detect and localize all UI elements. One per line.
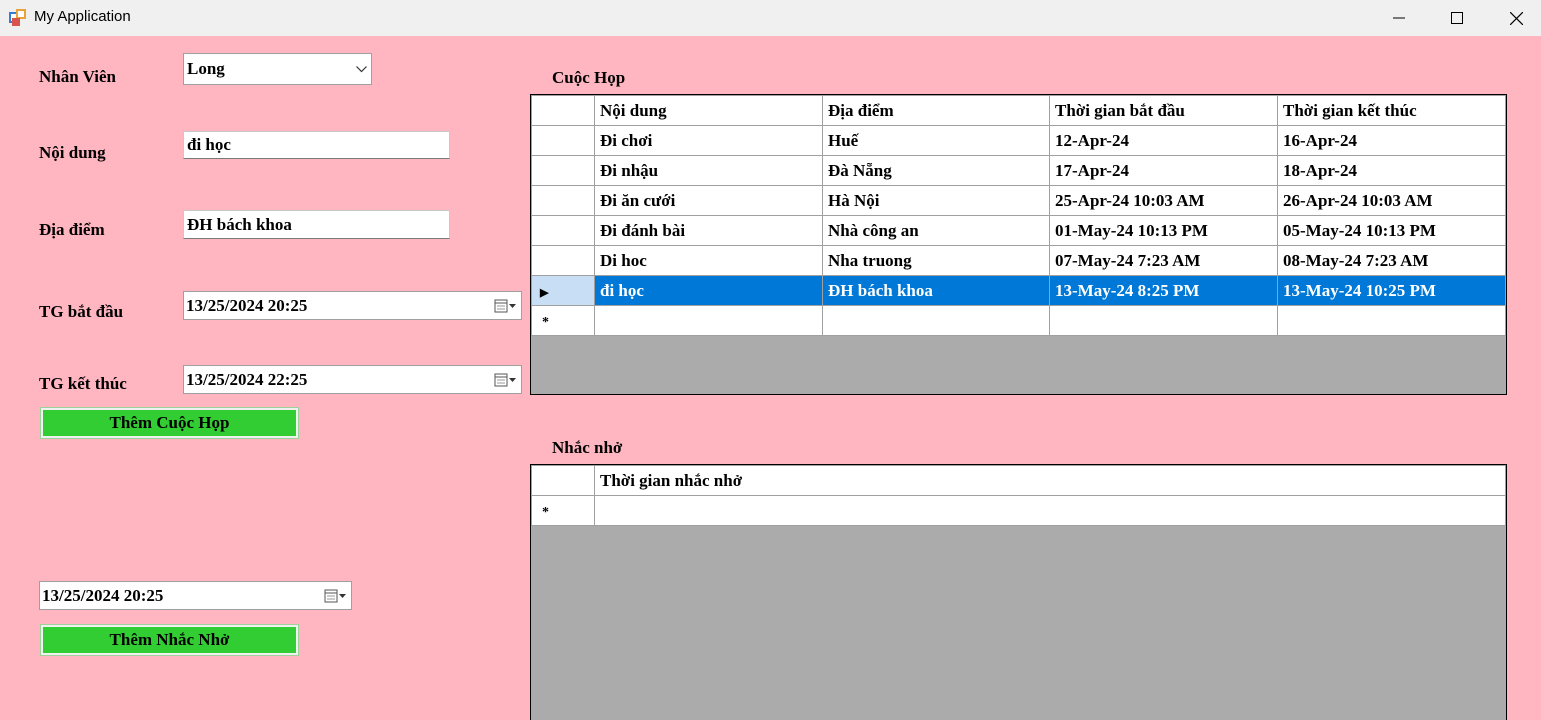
header-row: Thời gian nhắc nhở (531, 465, 1506, 496)
location-input[interactable]: ĐH bách khoa (183, 210, 450, 239)
cell[interactable]: 18-Apr-24 (1277, 155, 1506, 186)
cell[interactable]: ĐH bách khoa (822, 275, 1050, 306)
cell[interactable]: 25-Apr-24 10:03 AM (1049, 185, 1278, 216)
table-row[interactable]: Đi chơi Huế 12-Apr-24 16-Apr-24 (531, 125, 1506, 156)
row-header[interactable] (531, 125, 595, 156)
close-icon (1509, 11, 1523, 25)
row-header[interactable] (531, 215, 595, 246)
employee-combobox[interactable]: Long (183, 53, 372, 85)
cell[interactable]: 01-May-24 10:13 PM (1049, 215, 1278, 246)
add-reminder-button[interactable]: Thêm Nhắc Nhở (40, 624, 299, 656)
current-row-arrow-icon: ▶ (540, 286, 549, 299)
cell[interactable]: Đi chơi (594, 125, 823, 156)
chevron-down-icon[interactable] (351, 54, 371, 84)
end-time-picker[interactable]: 13/25/2024 22:25 (183, 365, 522, 394)
start-time-label: TG bắt đầu (39, 302, 124, 321)
cell[interactable]: đi học (594, 275, 823, 306)
cell[interactable]: 13-May-24 10:25 PM (1277, 275, 1506, 306)
start-time-picker[interactable]: 13/25/2024 20:25 (183, 291, 522, 320)
new-row-asterisk-icon: * (542, 504, 549, 520)
new-row-asterisk-icon: * (542, 314, 549, 330)
employee-label: Nhân Viên (39, 67, 116, 86)
reminder-time-picker[interactable]: 13/25/2024 20:25 (39, 581, 352, 610)
cell[interactable]: 16-Apr-24 (1277, 125, 1506, 156)
cell[interactable]: 12-Apr-24 (1049, 125, 1278, 156)
cell[interactable]: Nha truong (822, 245, 1050, 276)
cell[interactable]: Nhà công an (822, 215, 1050, 246)
new-row[interactable]: * (531, 305, 1506, 336)
column-header[interactable]: Thời gian kết thúc (1277, 95, 1506, 126)
close-button[interactable] (1491, 0, 1541, 36)
reminders-title: Nhắc nhở (552, 438, 623, 457)
content-label: Nội dung (39, 143, 106, 162)
end-time-value: 13/25/2024 22:25 (186, 369, 308, 389)
reminder-time-value: 13/25/2024 20:25 (42, 585, 164, 605)
cell[interactable]: Đi nhậu (594, 155, 823, 186)
table-row[interactable]: Đi đánh bài Nhà công an 01-May-24 10:13 … (531, 215, 1506, 246)
row-header-corner (531, 465, 595, 496)
end-time-label: TG kết thúc (39, 374, 127, 393)
meetings-table: Nội dung Địa điểm Thời gian bắt đầu Thời… (531, 95, 1506, 336)
row-header[interactable] (531, 245, 595, 276)
calendar-dropdown-icon[interactable] (491, 292, 521, 319)
cell[interactable]: Đi đánh bài (594, 215, 823, 246)
minimize-icon (1393, 17, 1405, 19)
cell[interactable] (822, 305, 1050, 336)
cell[interactable]: 08-May-24 7:23 AM (1277, 245, 1506, 276)
cell[interactable]: 05-May-24 10:13 PM (1277, 215, 1506, 246)
calendar-dropdown-icon[interactable] (491, 366, 521, 393)
table-row[interactable]: Đi ăn cưới Hà Nội 25-Apr-24 10:03 AM 26-… (531, 185, 1506, 216)
new-row[interactable]: * (531, 495, 1506, 526)
meetings-title: Cuộc Họp (552, 68, 626, 87)
row-header[interactable]: * (531, 305, 595, 336)
form-body: Nhân Viên Long Nội dung đi học Địa điểm … (0, 36, 1541, 720)
maximize-button[interactable] (1432, 0, 1482, 36)
row-header[interactable] (531, 155, 595, 186)
cell[interactable] (1277, 305, 1506, 336)
table-row-selected[interactable]: ▶ đi học ĐH bách khoa 13-May-24 8:25 PM … (531, 275, 1506, 306)
title-bar: My Application (0, 0, 1541, 36)
cell[interactable]: Đà Nẵng (822, 155, 1050, 186)
cell[interactable] (594, 305, 823, 336)
reminders-grid[interactable]: Thời gian nhắc nhở * (530, 464, 1507, 720)
cell[interactable]: 17-Apr-24 (1049, 155, 1278, 186)
cell[interactable]: Di hoc (594, 245, 823, 276)
start-time-value: 13/25/2024 20:25 (186, 295, 308, 315)
content-input[interactable]: đi học (183, 131, 450, 159)
column-header[interactable]: Thời gian nhắc nhở (594, 465, 1506, 496)
add-meeting-button[interactable]: Thêm Cuộc Họp (40, 407, 299, 439)
column-header[interactable]: Thời gian bắt đầu (1049, 95, 1278, 126)
table-row[interactable]: Đi nhậu Đà Nẵng 17-Apr-24 18-Apr-24 (531, 155, 1506, 186)
location-label: Địa điểm (39, 220, 105, 239)
employee-value: Long (187, 59, 225, 78)
cell[interactable] (1049, 305, 1278, 336)
app-icon (9, 9, 26, 26)
row-header[interactable] (531, 185, 595, 216)
cell[interactable]: 26-Apr-24 10:03 AM (1277, 185, 1506, 216)
cell[interactable]: Đi ăn cưới (594, 185, 823, 216)
column-header[interactable]: Nội dung (594, 95, 823, 126)
meetings-grid[interactable]: Nội dung Địa điểm Thời gian bắt đầu Thời… (530, 94, 1507, 395)
cell[interactable] (594, 495, 1506, 526)
cell[interactable]: 07-May-24 7:23 AM (1049, 245, 1278, 276)
row-header[interactable]: * (531, 495, 595, 526)
table-row[interactable]: Di hoc Nha truong 07-May-24 7:23 AM 08-M… (531, 245, 1506, 276)
row-header[interactable]: ▶ (531, 275, 595, 306)
row-header-corner (531, 95, 595, 126)
cell[interactable]: Huế (822, 125, 1050, 156)
maximize-icon (1451, 12, 1463, 24)
window-title: My Application (34, 8, 131, 25)
cell[interactable]: 13-May-24 8:25 PM (1049, 275, 1278, 306)
reminders-table: Thời gian nhắc nhở * (531, 465, 1506, 526)
calendar-dropdown-icon[interactable] (321, 582, 351, 609)
minimize-button[interactable] (1374, 0, 1424, 36)
column-header[interactable]: Địa điểm (822, 95, 1050, 126)
cell[interactable]: Hà Nội (822, 185, 1050, 216)
header-row: Nội dung Địa điểm Thời gian bắt đầu Thời… (531, 95, 1506, 126)
